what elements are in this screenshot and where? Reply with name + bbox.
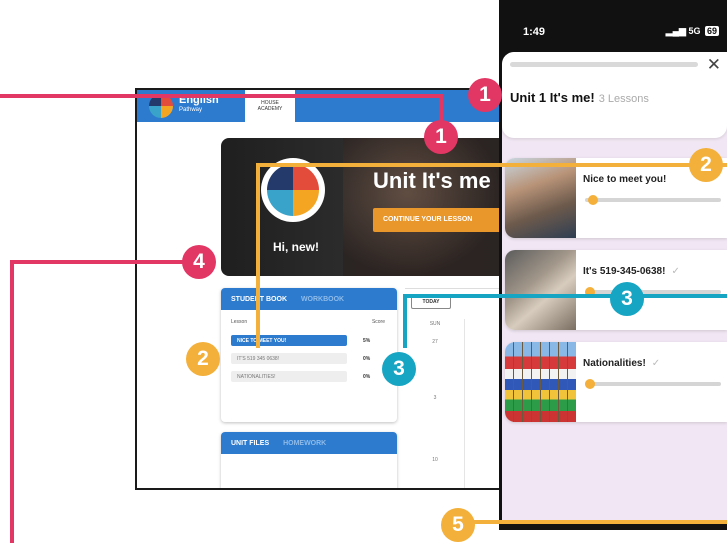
calendar-date[interactable]: 3 [405, 395, 465, 401]
annotation-badge-2: 2 [186, 342, 220, 376]
progress-knob [585, 287, 595, 297]
brand-subtitle: Pathway [179, 107, 203, 113]
lesson-progress-bar [585, 379, 721, 389]
handshake-thumbnail [505, 158, 576, 238]
phone-call-thumbnail [505, 250, 576, 330]
lesson-card-title: Nationalities! ✓ [583, 358, 661, 369]
flags-thumbnail [505, 342, 576, 422]
status-time: 1:49 [523, 26, 546, 38]
annotation-badge-4: 4 [182, 245, 216, 279]
lesson-name[interactable]: IT'S 519 345 0638! [231, 353, 347, 364]
status-signal: ▂▄▆ 5G 69 [666, 26, 719, 37]
student-book-panel: STUDENT BOOK WORKBOOK Lesson Score NICE … [221, 288, 397, 422]
house-academy-tab[interactable]: HOUSE ACADEMY [245, 90, 295, 122]
unit-header-card: ✕ Unit 1 It's me! 3 Lessons [502, 52, 727, 138]
lesson-card[interactable]: Nationalities! ✓ [505, 342, 727, 422]
calendar-day-column: SUN 27 3 10 [405, 319, 465, 488]
phone-screenshot: 1:49 ▂▄▆ 5G 69 ✕ Unit 1 It's me! 3 Lesson… [499, 0, 727, 530]
lesson-progress-bar [585, 287, 721, 297]
network-label: 5G [688, 26, 701, 36]
calendar-date[interactable]: 10 [405, 457, 465, 463]
calendar-panel: TODAY SUN 27 3 10 [405, 288, 499, 488]
score-column-header: Score [371, 319, 385, 325]
progress-knob [587, 195, 598, 205]
check-icon: ✓ [651, 358, 661, 369]
lesson-score: 0% [363, 355, 371, 362]
annotation-badge-5: 5 [441, 508, 475, 542]
desktop-top-bar: English Pathway HOUSE ACADEMY [137, 90, 499, 122]
unit-hero-banner: Hi, new! Unit It's me CONTINUE YOUR LESS… [221, 138, 499, 276]
today-button[interactable]: TODAY [411, 295, 451, 309]
tab-homework[interactable]: HOMEWORK [283, 440, 326, 447]
check-icon: ✓ [671, 266, 680, 277]
lesson-score: 5% [363, 337, 371, 344]
lesson-score: 0% [363, 373, 371, 380]
annotation-badge-1: 1 [468, 78, 502, 112]
hero-unit-title: Unit It's me [373, 168, 491, 193]
greeting-text: Hi, new! [273, 240, 320, 254]
calendar-date[interactable]: 27 [405, 339, 465, 345]
lesson-card-title: Nice to meet you! [583, 174, 667, 185]
brand-name: English Pathway [179, 94, 219, 114]
unit-files-panel: UNIT FILES HOMEWORK [221, 432, 397, 488]
hero-photo [343, 138, 499, 276]
lesson-card-title: It's 519-345-0638! ✓ [583, 266, 680, 277]
tab-student-book[interactable]: STUDENT BOOK [231, 296, 287, 303]
phone-status-bar: 1:49 ▂▄▆ 5G 69 [499, 0, 727, 60]
hero-logo-icon [261, 158, 325, 222]
files-panel-tabs: UNIT FILES HOMEWORK [221, 432, 397, 454]
tab-unit-files[interactable]: UNIT FILES [231, 440, 269, 447]
signal-icon: ▂▄▆ [665, 26, 686, 36]
lesson-progress-bar [585, 195, 721, 205]
continue-lesson-button[interactable]: CONTINUE YOUR LESSON [373, 208, 499, 232]
battery-icon: 69 [704, 26, 719, 36]
lesson-row[interactable]: NATIONALITIES! 0% [231, 371, 387, 382]
annotation-badge-3: 3 [610, 282, 644, 316]
annotation-badge-1: 1 [424, 120, 458, 154]
lesson-table-header: Lesson Score [221, 310, 397, 328]
lesson-row[interactable]: NICE TO MEET YOU! 5% [231, 335, 387, 346]
lesson-name[interactable]: NATIONALITIES! [231, 371, 347, 382]
book-panel-tabs: STUDENT BOOK WORKBOOK [221, 288, 397, 310]
unit-title: Unit 1 It's me! 3 Lessons [510, 90, 649, 105]
annotation-badge-2: 2 [689, 148, 723, 182]
sheet-drag-handle[interactable] [510, 62, 698, 67]
brand-logo-icon [149, 94, 173, 118]
close-icon[interactable]: ✕ [707, 55, 721, 75]
lesson-name[interactable]: NICE TO MEET YOU! [231, 335, 347, 346]
lesson-column-header: Lesson [231, 319, 248, 325]
lesson-row[interactable]: IT'S 519 345 0638! 0% [231, 353, 387, 364]
progress-knob [585, 379, 595, 389]
annotation-badge-3: 3 [382, 352, 416, 386]
lesson-count: 3 Lessons [598, 93, 649, 105]
calendar-day-header: SUN [429, 321, 441, 327]
tab-workbook[interactable]: WORKBOOK [301, 296, 344, 303]
